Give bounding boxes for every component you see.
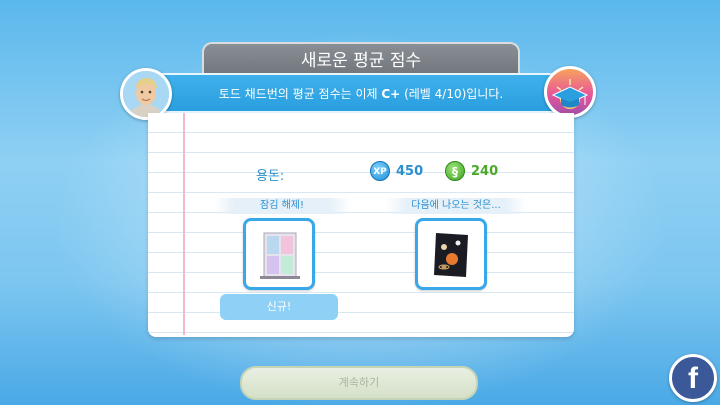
simoleon-value: 240 <box>471 164 499 179</box>
message-grade: C+ <box>381 87 401 101</box>
unlock-heading: 잠김 해제! <box>214 198 350 214</box>
notebook-margin-line <box>183 113 185 335</box>
new-badge: 신규! <box>220 294 338 320</box>
next-item[interactable] <box>415 218 487 290</box>
message-suffix: (레벨 4/10)입니다. <box>400 87 504 101</box>
message-banner: 토드 채드번의 평균 점수는 이제 C+ (레벨 4/10)입니다. <box>146 73 576 113</box>
unlocked-item[interactable] <box>243 218 315 290</box>
facebook-icon[interactable]: f <box>669 354 717 402</box>
graduation-cap-icon <box>544 66 596 118</box>
allowance-label: 용돈: <box>256 169 285 184</box>
banner-message: 토드 채드번의 평균 점수는 이제 C+ (레벨 4/10)입니다. <box>146 85 576 102</box>
solar-system-poster-icon <box>434 233 468 277</box>
simoleon-icon: § <box>445 161 465 181</box>
next-heading: 다음에 나오는 것은... <box>386 198 526 214</box>
notebook-panel <box>148 113 574 337</box>
closet-icon <box>260 232 300 279</box>
continue-button[interactable]: 계속하기 <box>240 366 478 400</box>
xp-value: 450 <box>396 164 424 179</box>
message-prefix: 토드 채드번의 평균 점수는 이제 <box>218 87 382 101</box>
xp-icon: XP <box>370 161 390 181</box>
